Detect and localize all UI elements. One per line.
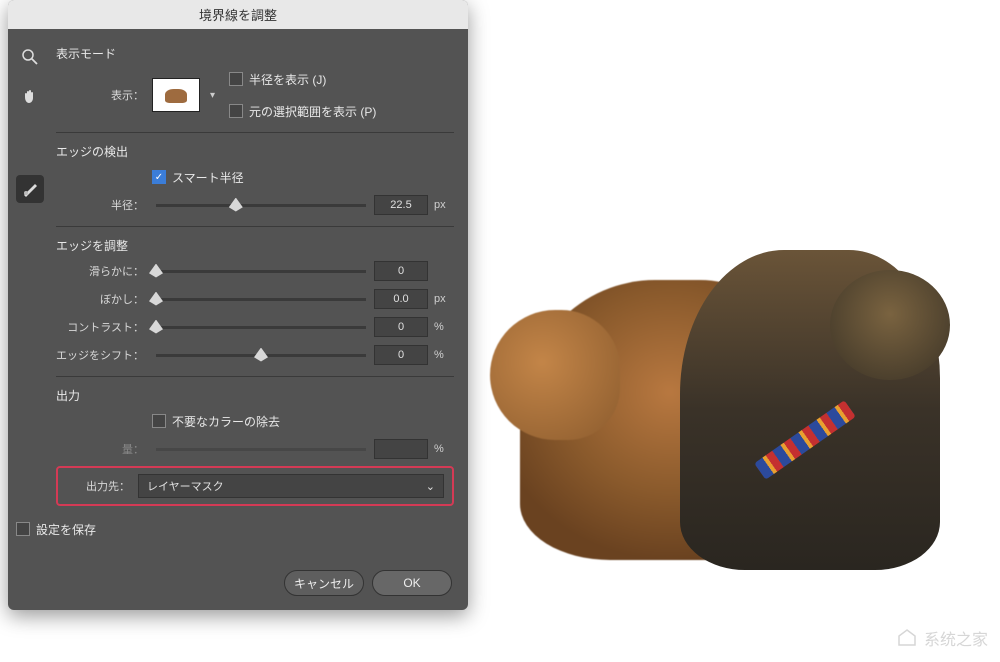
output-highlight: 出力先： レイヤーマスク ⌄ — [56, 466, 454, 506]
decontaminate-checkbox[interactable] — [152, 414, 166, 428]
show-radius-checkbox[interactable] — [229, 72, 243, 86]
dialog-title[interactable]: 境界線を調整 — [8, 0, 468, 29]
shift-input[interactable]: 0 — [374, 345, 428, 365]
remember-label: 設定を保存 — [36, 521, 96, 538]
contrast-unit: % — [428, 321, 454, 333]
amount-label: 量： — [56, 441, 152, 457]
watermark: 系统之家 — [896, 626, 988, 650]
amount-input — [374, 439, 428, 459]
chevron-down-icon[interactable]: ▾ — [210, 90, 215, 101]
preview-image — [480, 120, 980, 600]
shift-unit: % — [428, 349, 454, 361]
output-to-label: 出力先： — [66, 478, 138, 494]
smart-radius-checkbox[interactable]: ✓ — [152, 170, 166, 184]
amount-unit: % — [428, 443, 454, 455]
contrast-input[interactable]: 0 — [374, 317, 428, 337]
feather-input[interactable]: 0.0 — [374, 289, 428, 309]
smart-radius-label: スマート半径 — [172, 169, 244, 186]
smooth-slider[interactable] — [156, 270, 366, 273]
contrast-slider[interactable] — [156, 326, 366, 329]
edge-detect-title: エッジの検出 — [56, 143, 454, 160]
chevron-down-icon: ⌄ — [426, 480, 435, 493]
show-radius-label: 半径を表示 (J) — [249, 71, 326, 88]
show-original-checkbox[interactable] — [229, 104, 243, 118]
feather-slider[interactable] — [156, 298, 366, 301]
view-mode-title: 表示モード — [56, 45, 454, 62]
refine-edge-dialog: 境界線を調整 表示モード 表示： ▾ — [8, 0, 468, 610]
cancel-button[interactable]: キャンセル — [284, 570, 364, 596]
remember-checkbox[interactable] — [16, 522, 30, 536]
radius-slider[interactable] — [156, 204, 366, 207]
radius-unit: px — [428, 199, 454, 211]
radius-input[interactable]: 22.5 — [374, 195, 428, 215]
output-title: 出力 — [56, 387, 454, 404]
smooth-input[interactable]: 0 — [374, 261, 428, 281]
zoom-tool-icon[interactable] — [16, 43, 44, 71]
show-original-label: 元の選択範囲を表示 (P) — [249, 103, 376, 120]
output-to-select[interactable]: レイヤーマスク ⌄ — [138, 474, 444, 498]
radius-label: 半径： — [56, 197, 152, 213]
feather-unit: px — [428, 293, 454, 305]
shift-label: エッジをシフト： — [56, 347, 152, 363]
ok-button[interactable]: OK — [372, 570, 452, 596]
amount-slider — [156, 448, 366, 451]
view-thumbnail[interactable] — [152, 78, 200, 112]
hand-tool-icon[interactable] — [16, 83, 44, 111]
shift-slider[interactable] — [156, 354, 366, 357]
show-label: 表示： — [56, 87, 152, 103]
feather-label: ぼかし： — [56, 291, 152, 307]
smooth-label: 滑らかに： — [56, 263, 152, 279]
contrast-label: コントラスト： — [56, 319, 152, 335]
output-to-value: レイヤーマスク — [147, 478, 224, 494]
left-toolbar — [8, 29, 52, 560]
edge-adjust-title: エッジを調整 — [56, 237, 454, 254]
refine-brush-tool-icon[interactable] — [16, 175, 44, 203]
decontaminate-label: 不要なカラーの除去 — [172, 413, 280, 430]
